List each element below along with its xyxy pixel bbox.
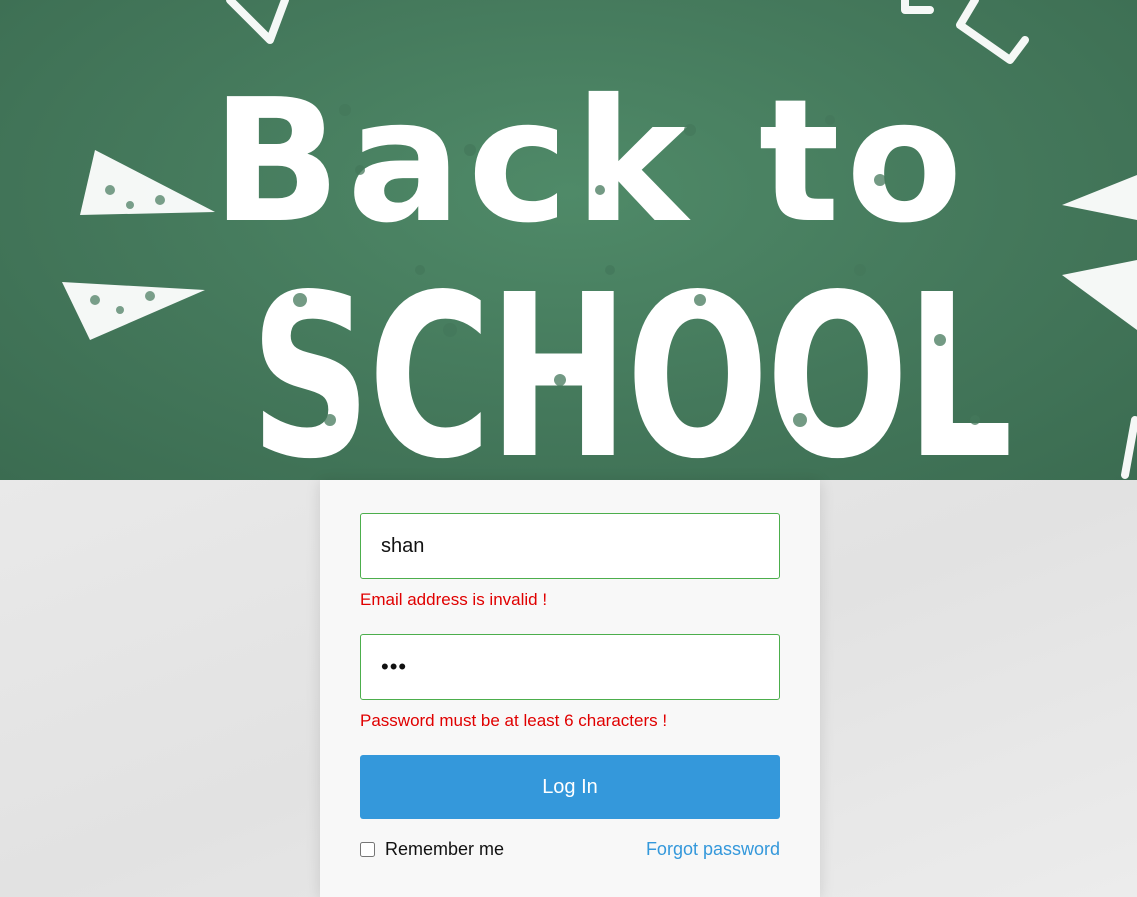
remember-me-checkbox[interactable] [360,842,375,857]
password-field[interactable] [360,634,780,700]
login-card: Email address is invalid ! Password must… [320,480,820,897]
email-field[interactable] [360,513,780,579]
chalk-pennant-icon [80,150,215,215]
login-button[interactable]: Log In [360,755,780,819]
back-to-school-banner: Back to SCHOOL [0,0,1137,480]
chalk-doodle-icon [226,0,289,44]
banner-line2: SCHOOL [250,247,1010,480]
remember-me-label: Remember me [385,839,505,859]
banner-artwork: Back to SCHOOL [62,0,1137,480]
chalk-pennant-icon [62,282,205,340]
remember-me[interactable]: Remember me [360,839,504,860]
forgot-password-link[interactable]: Forgot password [646,839,780,860]
banner-line1: Back to [211,63,968,261]
email-error-message: Email address is invalid ! [360,590,548,609]
password-error-message: Password must be at least 6 characters ! [360,711,668,730]
